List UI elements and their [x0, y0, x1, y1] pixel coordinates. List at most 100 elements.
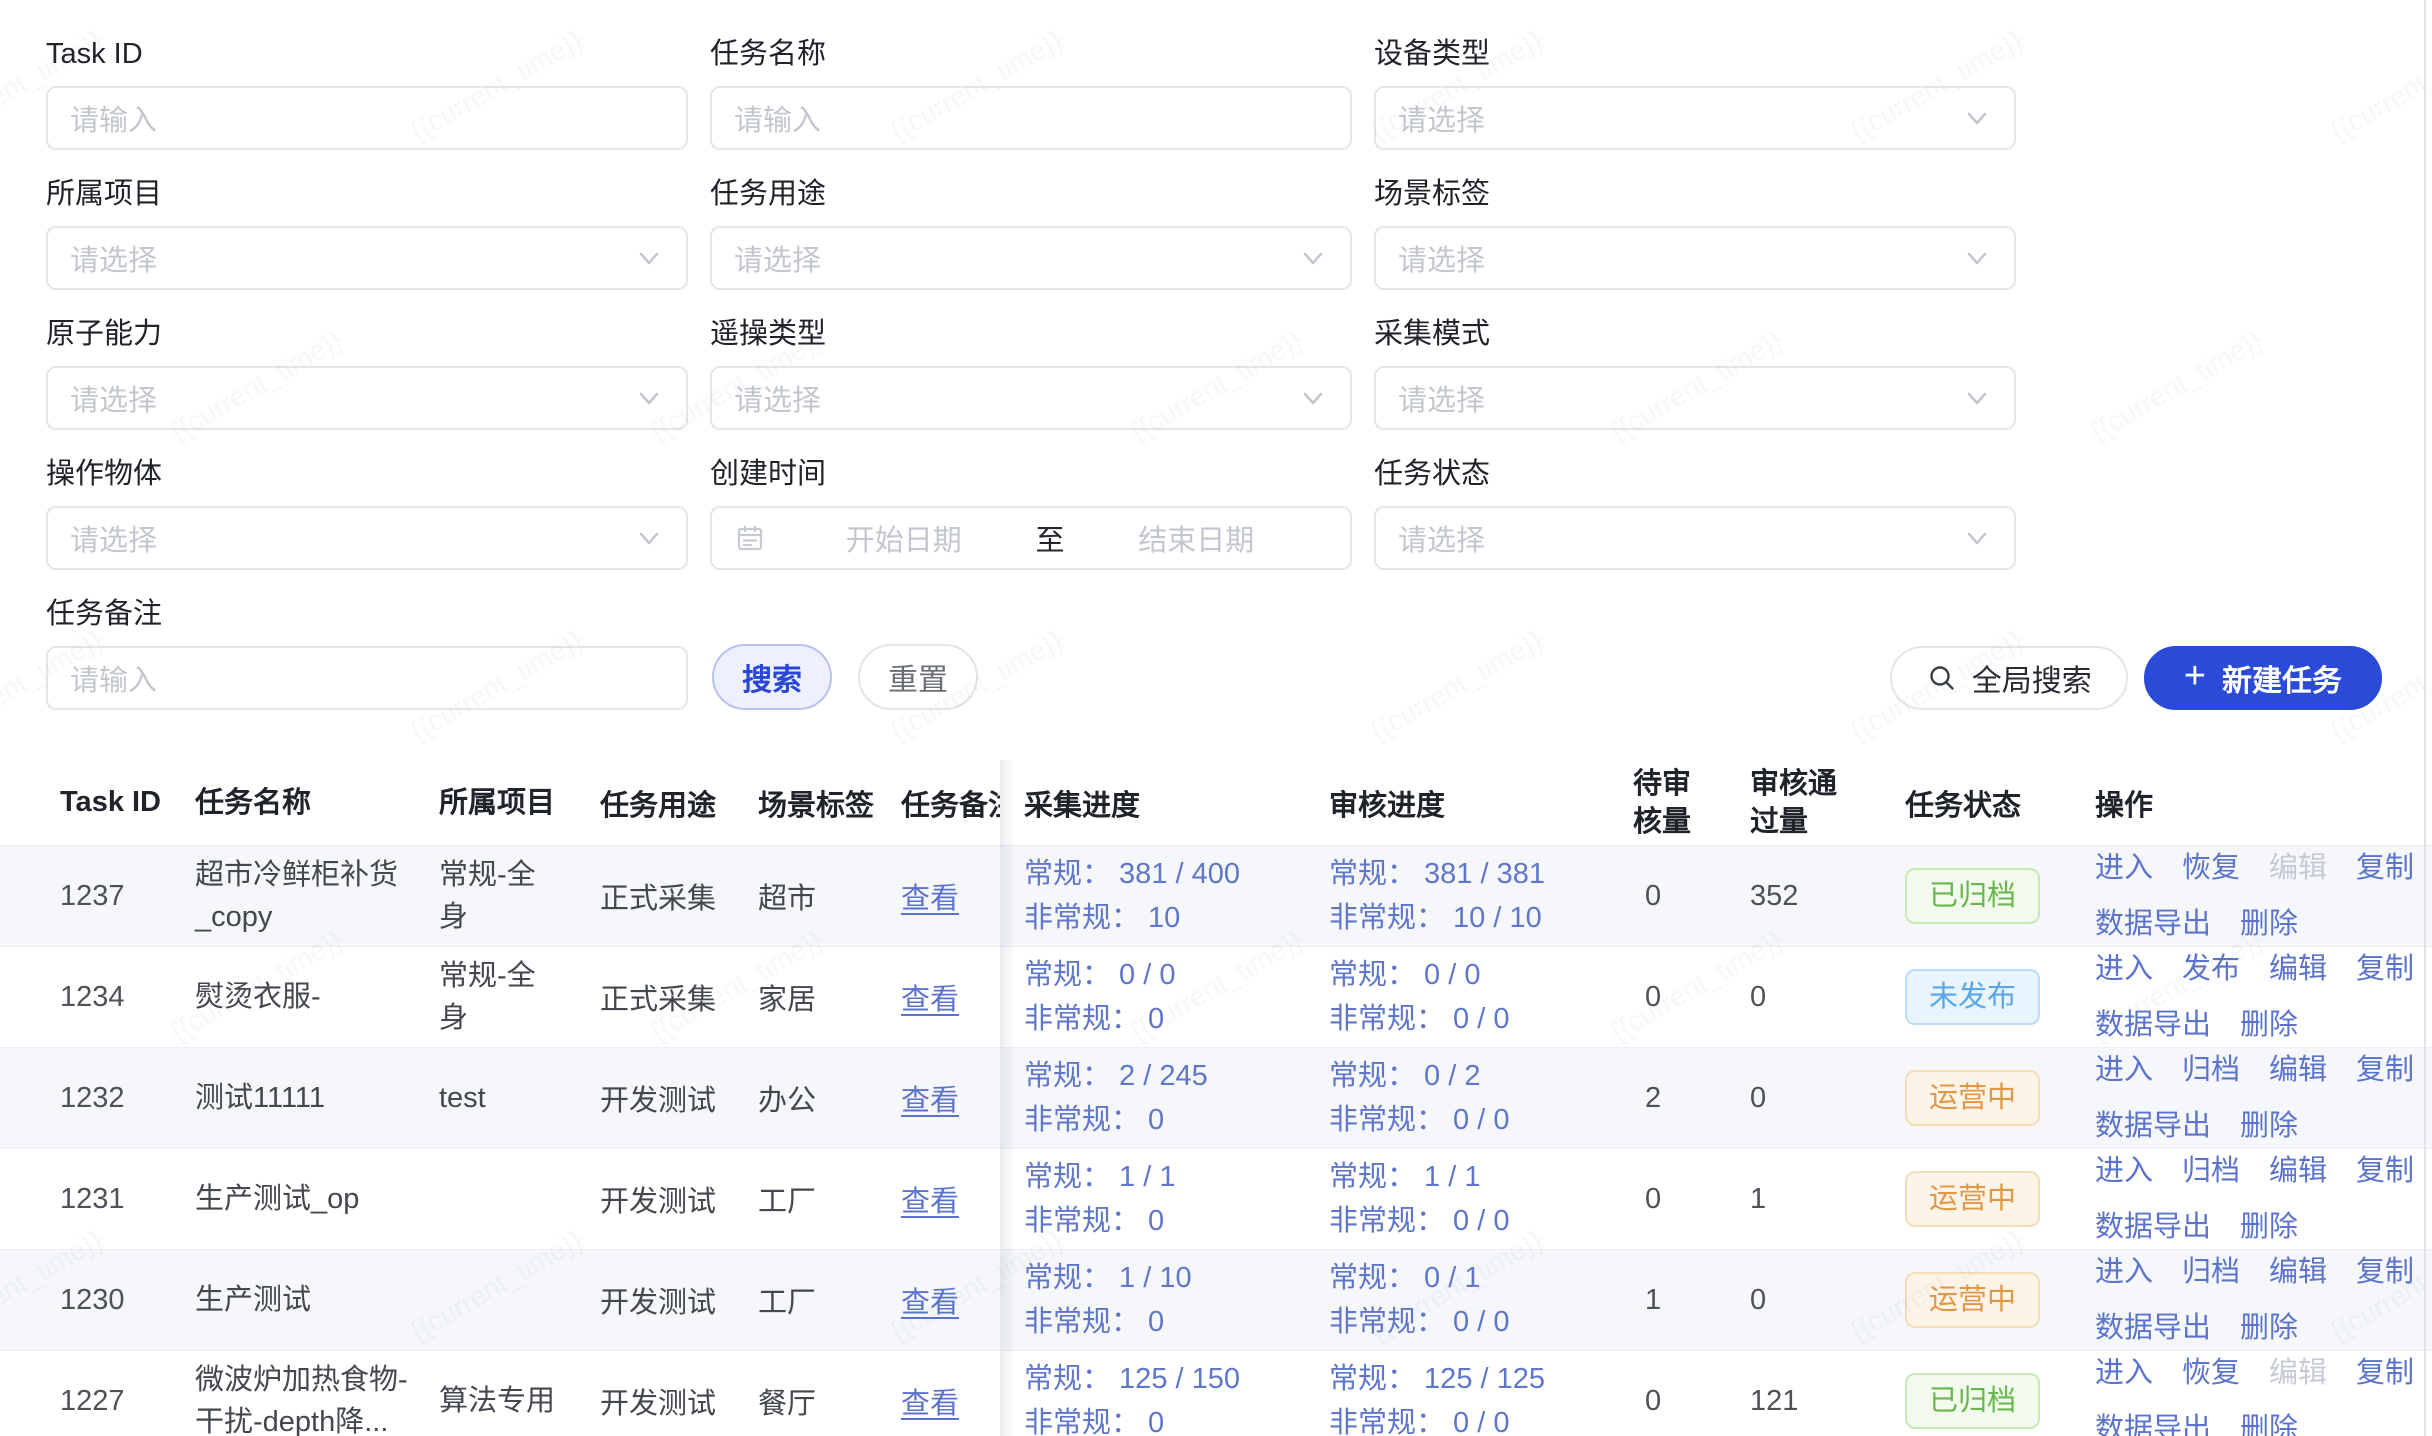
action-delete[interactable]: 删除: [2240, 1306, 2298, 1350]
collect-progress-cell: 常规： 381 / 400 非常规： 10: [1000, 852, 1329, 940]
status-cell: 运营中: [1905, 1171, 2095, 1227]
action-delete[interactable]: 删除: [2240, 902, 2298, 946]
review-regular: 常规： 0 / 1: [1329, 1256, 1633, 1300]
select-placeholder: 请选择: [70, 517, 157, 559]
global-search-button[interactable]: 全局搜索: [1890, 646, 2128, 710]
action-archive[interactable]: 归档: [2182, 1048, 2240, 1092]
teleop-type-select[interactable]: 请选择: [710, 366, 1352, 430]
chevron-down-icon: [634, 383, 664, 413]
scene-tag-select[interactable]: 请选择: [1374, 226, 2016, 290]
review-irregular: 非常规： 0 / 0: [1329, 1300, 1633, 1344]
table-row: 1234 熨烫衣服- 常规-全 身 正式采集 家居 查看 常规： 0 / 0 非…: [0, 947, 2432, 1048]
pending-review-cell: 0: [1633, 880, 1750, 913]
action-restore[interactable]: 恢复: [2182, 846, 2240, 890]
action-export[interactable]: 数据导出: [2095, 902, 2211, 946]
action-copy[interactable]: 复制: [2356, 1250, 2414, 1294]
reset-button[interactable]: 重置: [858, 644, 978, 710]
pending-review-cell: 0: [1633, 1183, 1750, 1216]
purpose-cell: 开发测试: [600, 1279, 758, 1321]
filter-label: 创建时间: [710, 454, 1352, 494]
date-range-picker[interactable]: 开始日期 至 结束日期: [710, 506, 1352, 570]
action-edit[interactable]: 编辑: [2269, 1149, 2327, 1193]
action-delete[interactable]: 删除: [2240, 1407, 2298, 1436]
create-task-label: 新建任务: [2222, 656, 2342, 700]
task-name-cell: 生产测试: [195, 1279, 439, 1321]
action-enter[interactable]: 进入: [2095, 1250, 2153, 1294]
review-passed-cell: 0: [1750, 981, 1905, 1014]
collect-regular: 常规： 0 / 0: [1024, 953, 1329, 997]
action-copy[interactable]: 复制: [2356, 1351, 2414, 1395]
action-copy[interactable]: 复制: [2356, 1048, 2414, 1092]
task-remark-cell: 查看: [901, 1077, 1000, 1119]
status-badge: 已归档: [1905, 1373, 2040, 1429]
create-task-button[interactable]: + 新建任务: [2144, 646, 2382, 710]
filter-create-time: 创建时间 开始日期 至 结束日期: [710, 454, 1352, 570]
chevron-down-icon: [1962, 103, 1992, 133]
collect-irregular: 非常规： 0: [1024, 1098, 1329, 1142]
action-export[interactable]: 数据导出: [2095, 1306, 2211, 1350]
action-archive[interactable]: 归档: [2182, 1149, 2240, 1193]
device-type-select[interactable]: 请选择: [1374, 86, 2016, 150]
review-passed-cell: 121: [1750, 1385, 1905, 1418]
operate-object-select[interactable]: 请选择: [46, 506, 688, 570]
action-edit[interactable]: 编辑: [2269, 1048, 2327, 1092]
scrollbar-track[interactable]: [2424, 0, 2426, 1436]
review-irregular: 非常规： 0 / 0: [1329, 1098, 1633, 1142]
review-progress-cell: 常规： 0 / 2 非常规： 0 / 0: [1329, 1054, 1633, 1142]
action-delete[interactable]: 删除: [2240, 1104, 2298, 1148]
action-copy[interactable]: 复制: [2356, 846, 2414, 890]
view-remark-link[interactable]: 查看: [901, 883, 959, 915]
action-enter[interactable]: 进入: [2095, 947, 2153, 991]
action-enter[interactable]: 进入: [2095, 846, 2153, 890]
action-delete[interactable]: 删除: [2240, 1003, 2298, 1047]
task-purpose-select[interactable]: 请选择: [710, 226, 1352, 290]
action-edit[interactable]: 编辑: [2269, 1250, 2327, 1294]
task-status-select[interactable]: 请选择: [1374, 506, 2016, 570]
action-archive[interactable]: 归档: [2182, 1250, 2240, 1294]
action-edit[interactable]: 编辑: [2269, 947, 2327, 991]
action-copy[interactable]: 复制: [2356, 1149, 2414, 1193]
task-name-cell: 熨烫衣服-: [195, 976, 439, 1018]
action-export[interactable]: 数据导出: [2095, 1104, 2211, 1148]
view-remark-link[interactable]: 查看: [901, 1085, 959, 1117]
action-export[interactable]: 数据导出: [2095, 1205, 2211, 1249]
review-passed-cell: 0: [1750, 1082, 1905, 1115]
pending-review-cell: 0: [1633, 981, 1750, 1014]
input-placeholder: 请输入: [70, 657, 157, 699]
view-remark-link[interactable]: 查看: [901, 1186, 959, 1218]
collect-mode-select[interactable]: 请选择: [1374, 366, 2016, 430]
pending-review-cell: 2: [1633, 1082, 1750, 1115]
chevron-down-icon: [1962, 383, 1992, 413]
action-restore[interactable]: 恢复: [2182, 1351, 2240, 1395]
task-id-input[interactable]: 请输入: [46, 86, 688, 150]
filter-label: 任务状态: [1374, 454, 2016, 494]
col-header-purpose: 任务用途: [600, 782, 758, 824]
collect-regular: 常规： 1 / 10: [1024, 1256, 1329, 1300]
action-enter[interactable]: 进入: [2095, 1351, 2153, 1395]
filter-label: 任务备注: [46, 594, 688, 634]
action-enter[interactable]: 进入: [2095, 1149, 2153, 1193]
action-export[interactable]: 数据导出: [2095, 1003, 2211, 1047]
select-placeholder: 请选择: [734, 377, 821, 419]
view-remark-link[interactable]: 查看: [901, 984, 959, 1016]
action-export[interactable]: 数据导出: [2095, 1407, 2211, 1436]
action-publish[interactable]: 发布: [2182, 947, 2240, 991]
action-delete[interactable]: 删除: [2240, 1205, 2298, 1249]
collect-regular: 常规： 125 / 150: [1024, 1357, 1329, 1401]
filter-task-remark: 任务备注 请输入: [46, 594, 688, 710]
status-cell: 未发布: [1905, 969, 2095, 1025]
action-enter[interactable]: 进入: [2095, 1048, 2153, 1092]
review-progress-cell: 常规： 381 / 381 非常规： 10 / 10: [1329, 852, 1633, 940]
view-remark-link[interactable]: 查看: [901, 1287, 959, 1319]
table-row: 1232 测试11111 test 开发测试 办公 查看 常规： 2 / 245…: [0, 1048, 2432, 1149]
review-regular: 常规： 0 / 0: [1329, 953, 1633, 997]
col-header-task-status: 任务状态: [1905, 782, 2095, 824]
filter-device-type: 设备类型 请选择: [1374, 34, 2016, 150]
action-copy[interactable]: 复制: [2356, 947, 2414, 991]
search-button[interactable]: 搜索: [712, 644, 832, 710]
task-remark-input[interactable]: 请输入: [46, 646, 688, 710]
atomic-capability-select[interactable]: 请选择: [46, 366, 688, 430]
task-name-input[interactable]: 请输入: [710, 86, 1352, 150]
view-remark-link[interactable]: 查看: [901, 1388, 959, 1420]
project-select[interactable]: 请选择: [46, 226, 688, 290]
